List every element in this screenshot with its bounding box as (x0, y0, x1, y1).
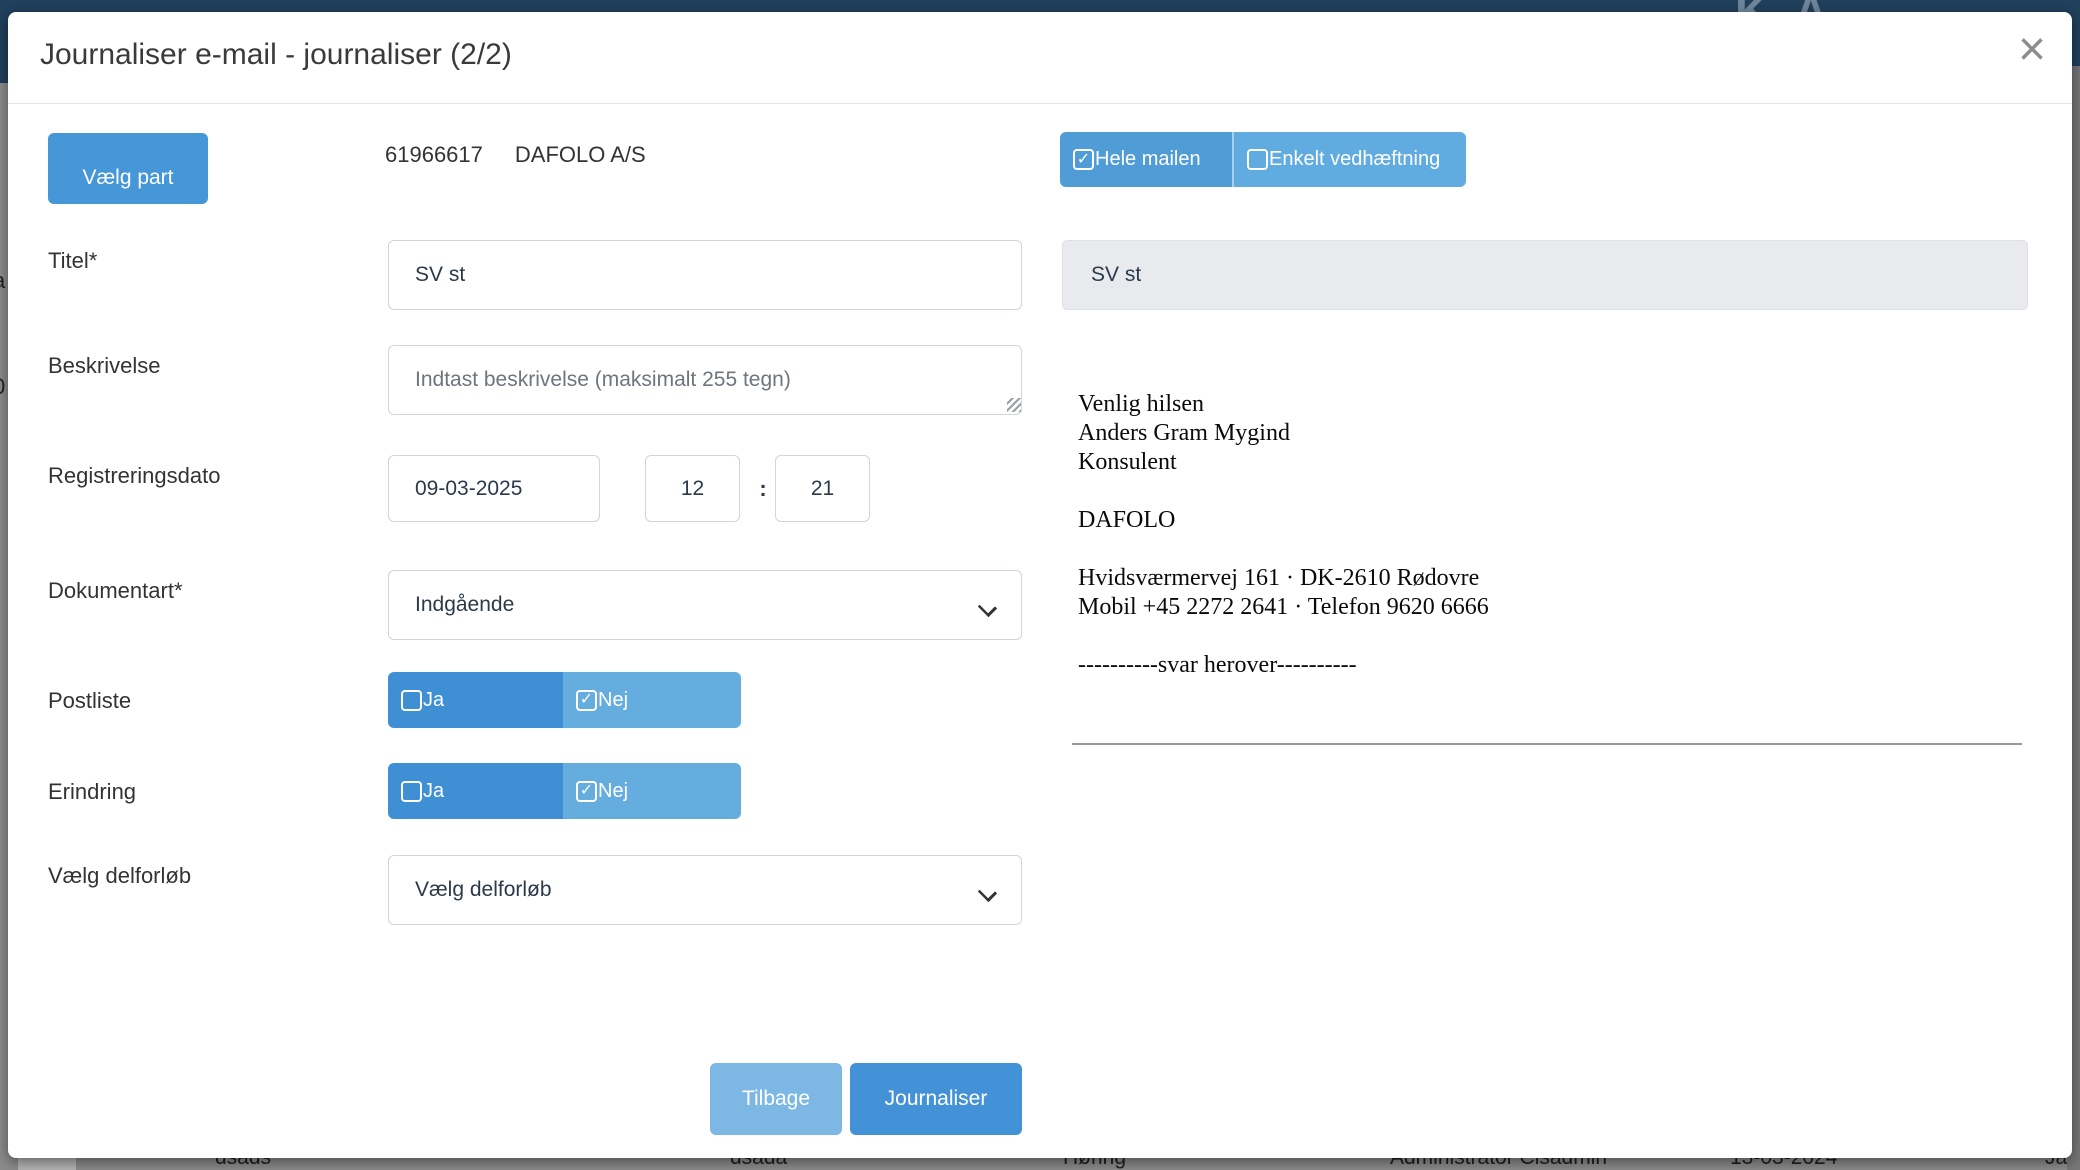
part-name: DAFOLO A/S (515, 142, 646, 168)
modal-title: Journaliser e-mail - journaliser (2/2) (40, 38, 512, 72)
postliste-label: Postliste (48, 688, 131, 714)
attachment-scope-toggle: ✓ Hele mailen Enkelt vedhæftning (1060, 132, 1466, 187)
journaliser-modal: Journaliser e-mail - journaliser (2/2) ×… (8, 12, 2072, 1158)
hour-input[interactable] (645, 455, 740, 522)
delforlob-value: Vælg delforløb (415, 878, 552, 902)
postliste-ja-option[interactable]: Ja (388, 672, 563, 728)
date-input[interactable] (388, 455, 600, 522)
email-subject: SV st (1091, 263, 1141, 287)
delforlob-label: Vælg delforløb (48, 863, 191, 889)
toggle-option-hele-mailen[interactable]: ✓ Hele mailen (1060, 132, 1232, 187)
checkbox-unchecked-icon (401, 690, 422, 711)
minute-input[interactable] (775, 455, 870, 522)
email-body-preview: Venlig hilsen Anders Gram Mygind Konsule… (1078, 390, 2028, 680)
erindring-nej-option[interactable]: ✓ Nej (563, 763, 741, 819)
toggle-option-label: Hele mailen (1095, 148, 1201, 171)
toggle-option-label: Ja (423, 780, 444, 803)
resize-handle-icon[interactable] (1007, 398, 1021, 412)
email-divider (1072, 743, 2022, 745)
checkbox-checked-icon: ✓ (576, 690, 597, 711)
chevron-down-icon (979, 598, 995, 614)
checkbox-checked-icon: ✓ (1073, 149, 1094, 170)
toggle-option-label: Enkelt vedhæftning (1269, 148, 1440, 171)
close-icon[interactable]: × (2018, 26, 2046, 74)
titel-label: Titel* (48, 248, 97, 274)
erindring-ja-option[interactable]: Ja (388, 763, 563, 819)
beskrivelse-label: Beskrivelse (48, 353, 160, 379)
toggle-option-enkelt-vedhaeftning[interactable]: Enkelt vedhæftning (1232, 132, 1466, 187)
part-number: 61966617 (385, 142, 483, 168)
checkbox-checked-icon: ✓ (576, 781, 597, 802)
journaliser-button[interactable]: Journaliser (850, 1063, 1022, 1135)
titel-input[interactable] (388, 240, 1022, 310)
toggle-option-label: Ja (423, 689, 444, 712)
email-subject-box: SV st (1062, 240, 2028, 310)
registreringsdato-label: Registreringsdato (48, 463, 220, 489)
postliste-nej-option[interactable]: ✓ Nej (563, 672, 741, 728)
select-part-button[interactable]: Vælg part (48, 133, 208, 204)
dokumentart-label: Dokumentart* (48, 578, 183, 604)
chevron-down-icon (979, 883, 995, 899)
checkbox-unchecked-icon (401, 781, 422, 802)
erindring-label: Erindring (48, 779, 136, 805)
part-info: 61966617 DAFOLO A/S (385, 133, 646, 177)
time-separator: : (752, 455, 774, 522)
screen: KA a 0 dsads dsada Høring Administrator … (0, 0, 2080, 1170)
postliste-toggle: Ja ✓ Nej (388, 672, 741, 728)
dokumentart-select[interactable]: Indgående (388, 570, 1022, 640)
dokumentart-value: Indgående (415, 593, 514, 617)
delforlob-select[interactable]: Vælg delforløb (388, 855, 1022, 925)
back-button[interactable]: Tilbage (710, 1063, 842, 1135)
background-edge-text: 0 (0, 374, 5, 400)
background-edge-text: a (0, 268, 5, 294)
toggle-option-label: Nej (598, 780, 628, 803)
beskrivelse-textarea[interactable] (388, 345, 1022, 415)
modal-header: Journaliser e-mail - journaliser (2/2) × (8, 12, 2072, 104)
erindring-toggle: Ja ✓ Nej (388, 763, 741, 819)
toggle-option-label: Nej (598, 689, 628, 712)
checkbox-unchecked-icon (1247, 149, 1268, 170)
